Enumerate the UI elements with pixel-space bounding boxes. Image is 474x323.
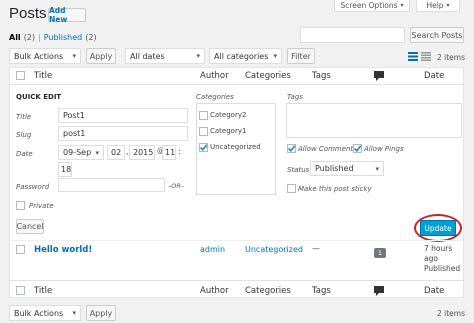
items-count: 2 items xyxy=(437,53,466,62)
checkmark-icon xyxy=(287,145,296,152)
sticky-checkbox[interactable] xyxy=(287,184,296,193)
chevron-down-icon: ▾ xyxy=(196,52,200,60)
subsubsub-filters: All (2) | Published (2) xyxy=(9,33,97,42)
column-author-header: Author xyxy=(200,71,229,81)
filter-published-count: (2) xyxy=(85,33,97,42)
column-title-header[interactable]: Title xyxy=(34,71,52,81)
tags-textarea[interactable] xyxy=(286,103,462,138)
date-label: Date xyxy=(16,150,33,158)
search-posts-button[interactable]: Search Posts xyxy=(410,27,464,43)
tags-label: Tags xyxy=(287,93,303,101)
title-field[interactable]: Post1 xyxy=(58,108,188,123)
search-input[interactable] xyxy=(300,27,405,43)
update-button[interactable]: Update xyxy=(420,220,456,236)
screen-options-label: Screen Options xyxy=(340,1,398,10)
chevron-down-icon: ▾ xyxy=(72,309,76,317)
add-new-button[interactable]: Add New xyxy=(48,6,86,24)
category-label: Category2 xyxy=(210,111,247,119)
column-title-footer[interactable]: Title xyxy=(34,286,52,296)
password-field[interactable] xyxy=(58,178,165,192)
apply-button-bottom[interactable]: Apply xyxy=(86,305,116,321)
post-date-line1: 7 hours xyxy=(424,244,453,253)
categories-select[interactable]: All categories ▾ xyxy=(209,48,282,64)
category-label: Category1 xyxy=(210,127,247,135)
column-tags-footer: Tags xyxy=(312,286,331,296)
date-minute-field[interactable]: 18 xyxy=(58,162,72,177)
filter-separator: | xyxy=(38,33,41,42)
post-date: 7 hours ago Published xyxy=(424,244,460,274)
title-label: Title xyxy=(16,113,32,121)
category-label: Uncategorized xyxy=(210,143,261,151)
help-label: Help xyxy=(426,1,444,10)
table-footer-row xyxy=(9,280,464,298)
chevron-down-icon: ▾ xyxy=(400,2,404,9)
table-header-row xyxy=(9,67,464,85)
items-count-bottom: 2 items xyxy=(437,309,466,318)
private-label: Private xyxy=(29,202,54,210)
sticky-label: Make this post sticky xyxy=(298,185,372,193)
column-author-footer: Author xyxy=(200,286,229,296)
column-tags-header: Tags xyxy=(312,71,331,81)
bulk-actions-select[interactable]: Bulk Actions ▾ xyxy=(9,48,81,64)
or-label: –OR– xyxy=(168,182,185,190)
filter-all[interactable]: All xyxy=(9,33,21,42)
comment-bubble-icon[interactable] xyxy=(374,71,384,81)
private-checkbox[interactable] xyxy=(16,201,25,210)
filter-published[interactable]: Published xyxy=(44,33,83,42)
excerpt-view-icon[interactable] xyxy=(421,52,431,61)
checkmark-icon xyxy=(199,144,208,151)
help-tab[interactable]: Help ▾ xyxy=(416,0,460,12)
column-date-header[interactable]: Date xyxy=(424,71,444,81)
post-categories-link[interactable]: Uncategorized xyxy=(245,245,303,254)
post-date-line2: ago xyxy=(424,254,438,263)
comment-bubble-icon[interactable] xyxy=(374,286,384,296)
select-all-checkbox-footer[interactable] xyxy=(16,286,25,295)
column-categories-footer: Categories xyxy=(245,286,291,296)
row-checkbox[interactable] xyxy=(16,245,25,254)
chevron-down-icon: ▾ xyxy=(273,52,277,60)
quick-edit-heading: QUICK EDIT xyxy=(16,93,62,101)
comment-count-badge[interactable]: 1 xyxy=(374,248,386,258)
categories-label: Categories xyxy=(196,93,234,101)
date-day-field[interactable]: 02 xyxy=(107,145,125,160)
filter-button[interactable]: Filter xyxy=(287,48,315,64)
date-year-field[interactable]: 2015 xyxy=(129,145,155,160)
post-title-link[interactable]: Hello world! xyxy=(34,245,92,255)
column-categories-header: Categories xyxy=(245,71,291,81)
screen-options-tab[interactable]: Screen Options ▾ xyxy=(334,0,410,12)
chevron-down-icon: ▾ xyxy=(72,52,76,60)
allow-pings-label: Allow Pings xyxy=(364,145,404,153)
allow-pings-checkbox[interactable] xyxy=(353,144,362,153)
password-label: Password xyxy=(16,183,50,191)
chevron-down-icon: ▾ xyxy=(375,164,379,173)
date-hour-field[interactable]: 11 xyxy=(162,145,176,160)
column-date-footer[interactable]: Date xyxy=(424,286,444,296)
slug-label: Slug xyxy=(16,131,32,139)
post-author-link[interactable]: admin xyxy=(200,245,225,254)
allow-comments-label: Allow Comments xyxy=(298,145,357,153)
allow-comments-checkbox[interactable] xyxy=(287,144,296,153)
category-checkbox[interactable] xyxy=(199,111,208,120)
bulk-actions-select-bottom[interactable]: Bulk Actions ▾ xyxy=(9,305,81,321)
apply-button[interactable]: Apply xyxy=(86,48,116,64)
status-label: Status xyxy=(287,166,310,174)
slug-field[interactable]: post1 xyxy=(58,126,188,141)
category-checkbox[interactable] xyxy=(199,143,208,152)
list-view-icon[interactable] xyxy=(408,52,418,61)
cancel-button[interactable]: Cancel xyxy=(16,219,44,234)
date-month-select[interactable]: 09-Sep ▾ xyxy=(58,145,104,160)
chevron-down-icon: ▾ xyxy=(446,2,450,9)
chevron-down-icon: ▾ xyxy=(95,148,99,157)
select-all-checkbox[interactable] xyxy=(16,71,25,80)
dates-select[interactable]: All dates ▾ xyxy=(125,48,205,64)
status-select[interactable]: Published ▾ xyxy=(310,161,384,176)
post-tags: — xyxy=(312,244,320,253)
date-colon: : xyxy=(178,147,181,156)
checkmark-icon xyxy=(353,145,362,152)
filter-all-count: (2) xyxy=(23,33,36,42)
post-date-line3: Published xyxy=(424,264,461,273)
category-checkbox[interactable] xyxy=(199,127,208,136)
page-title: Posts xyxy=(9,5,47,22)
